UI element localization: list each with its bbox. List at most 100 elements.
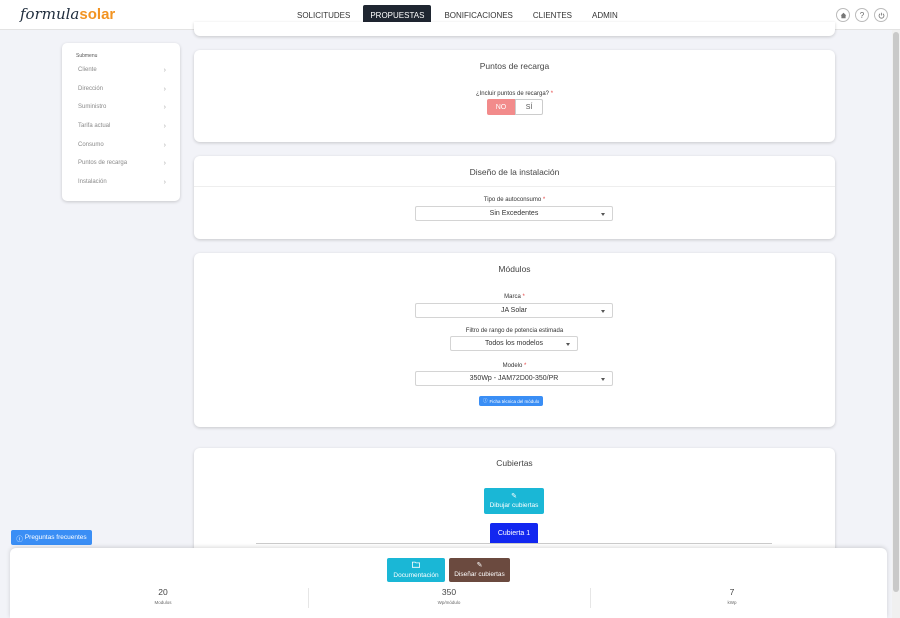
dropdown-arrow-icon (601, 310, 605, 313)
marca-label: Marca * (194, 294, 835, 300)
bottom-summary-panel: Documentación ✎ Diseñar cubiertas 20 Mod… (10, 548, 887, 618)
filtro-label: Filtro de rango de potencia estimada (465, 328, 564, 334)
cubiertas-card: Cubiertas ✎ Dibujar cubiertas Cubierta 1 (194, 448, 835, 558)
modelo-select[interactable]: 350Wp - JAM72D00-350/PR (415, 371, 613, 386)
submenu-item-label: Dirección (78, 85, 104, 92)
info-icon: ⓘ (483, 398, 488, 403)
submenu-item-cliente[interactable]: Cliente › (76, 67, 166, 86)
recarga-question-text: ¿Incluir puntos de recarga? (475, 91, 550, 97)
submenu-item-recarga[interactable]: Puntos de recarga › (76, 160, 166, 179)
page-scrollbar[interactable] (892, 30, 900, 618)
marca-select[interactable]: JA Solar (415, 303, 613, 318)
stat-kwp: 7 kWp (587, 587, 877, 605)
modulos-card: Módulos Marca * JA Solar Filtro de rango… (194, 253, 835, 427)
chevron-right-icon: › (163, 104, 166, 112)
button-label: Diseñar cubiertas (454, 571, 505, 578)
app-logo[interactable]: formulasolar (20, 5, 115, 23)
toggle-si-button[interactable]: SÍ (515, 99, 543, 115)
chevron-right-icon: › (163, 141, 166, 149)
stat-unit: kWp (727, 600, 737, 605)
chevron-right-icon: › (163, 160, 166, 168)
required-mark: * (550, 91, 554, 97)
chevron-right-icon: › (163, 179, 166, 187)
stat-unit: Wp/módulo (437, 600, 461, 605)
required-mark: * (522, 294, 525, 300)
dropdown-arrow-icon (566, 343, 570, 346)
submenu-item-label: Suministro (78, 104, 107, 111)
stat-value: 350 (441, 587, 457, 597)
stat-value: 20 (158, 587, 168, 597)
recarga-question-label: ¿Incluir puntos de recarga? * (194, 91, 835, 97)
submenu-item-label: Tarifa actual (78, 123, 111, 130)
submenu-item-direccion[interactable]: Dirección › (76, 86, 166, 105)
dropdown-arrow-icon (601, 213, 605, 216)
top-icons: ? (836, 8, 888, 22)
logo-main-text: formula (20, 5, 80, 23)
edit-icon: ✎ (511, 493, 517, 500)
documentacion-button[interactable]: Documentación (387, 558, 445, 582)
button-label: Documentación (393, 572, 439, 579)
select-value: Sin Excedentes (489, 210, 539, 217)
tipo-label-text: Tipo de autoconsumo (483, 197, 542, 203)
submenu-item-label: Cliente (78, 67, 97, 73)
submenu-title: Submenu (76, 53, 98, 59)
tab-cubierta-1[interactable]: Cubierta 1 (490, 523, 538, 543)
recarga-card: Puntos de recarga ¿Incluir puntos de rec… (194, 50, 835, 142)
button-label: Preguntas frecuentes (24, 534, 87, 541)
filtro-potencia-select[interactable]: Todos los modelos (450, 336, 578, 351)
button-label: Dibujar cubiertas (489, 502, 539, 509)
chevron-right-icon: › (163, 85, 166, 93)
nav-label: SOLICITUDES (297, 11, 351, 20)
submenu-item-instalacion[interactable]: Instalación › (76, 179, 166, 198)
stat-value: 7 (729, 587, 735, 597)
card-divider (194, 186, 835, 187)
submenu-item-label: Instalación (78, 179, 107, 186)
logo-accent-text: solar (79, 6, 116, 23)
disenar-cubiertas-button[interactable]: ✎ Diseñar cubiertas (449, 558, 510, 582)
dibujar-cubiertas-button[interactable]: ✎ Dibujar cubiertas (484, 488, 544, 514)
submenu-panel: Submenu Cliente › Dirección › Suministro › … (62, 43, 180, 201)
power-icon[interactable] (874, 8, 888, 22)
scrollbar-thumb[interactable] (893, 32, 899, 592)
nav-label: PROPUESTAS (370, 11, 425, 20)
help-icon[interactable]: ? (855, 8, 869, 22)
card-title: Diseño de la instalación (469, 167, 560, 177)
stat-wp-modulo: 350 Wp/módulo (304, 587, 594, 605)
nav-label: BONIFICACIONES (444, 11, 513, 20)
submenu-item-label: Consumo (78, 141, 104, 148)
nav-label: ADMIN (592, 11, 618, 20)
dropdown-arrow-icon (601, 378, 605, 381)
recarga-toggle: NO SÍ (487, 99, 543, 115)
card-title: Cubiertas (496, 458, 533, 468)
marca-label-text: Marca (504, 294, 521, 300)
home-icon[interactable] (836, 8, 850, 22)
card-title: Módulos (498, 264, 531, 274)
ficha-tecnica-button[interactable]: ⓘ Ficha técnica del módulo (479, 396, 544, 406)
modelo-label: Modelo * (194, 363, 835, 369)
select-value: JA Solar (500, 307, 528, 314)
chevron-right-icon: › (163, 67, 166, 74)
nav-label: CLIENTES (532, 11, 573, 20)
tab-divider (256, 543, 772, 544)
required-mark: * (524, 363, 527, 369)
submenu-item-tarifa[interactable]: Tarifa actual › (76, 123, 166, 142)
previous-card (194, 22, 835, 36)
required-mark: * (542, 197, 546, 203)
chevron-right-icon: › (163, 123, 166, 131)
preguntas-frecuentes-button[interactable]: ⓘ Preguntas frecuentes (11, 530, 92, 545)
question-circle-icon: ⓘ (16, 535, 23, 543)
folder-icon (412, 561, 420, 570)
submenu-item-label: Puntos de recarga (78, 160, 128, 167)
select-value: Todos los modelos (485, 340, 543, 347)
stat-modulos: 20 Modulos (18, 587, 308, 605)
button-label: Ficha técnica del módulo (489, 398, 540, 404)
diseno-card: Diseño de la instalación Tipo de autocon… (194, 156, 835, 239)
stat-unit: Modulos (154, 600, 172, 605)
tipo-autoconsumo-select[interactable]: Sin Excedentes (415, 206, 613, 221)
submenu-item-suministro[interactable]: Suministro › (76, 104, 166, 123)
card-title: Puntos de recarga (479, 61, 550, 71)
submenu-item-consumo[interactable]: Consumo › (76, 142, 166, 161)
edit-icon: ✎ (476, 562, 483, 569)
toggle-no-button[interactable]: NO (487, 99, 515, 115)
tipo-autoconsumo-label: Tipo de autoconsumo * (194, 197, 835, 203)
